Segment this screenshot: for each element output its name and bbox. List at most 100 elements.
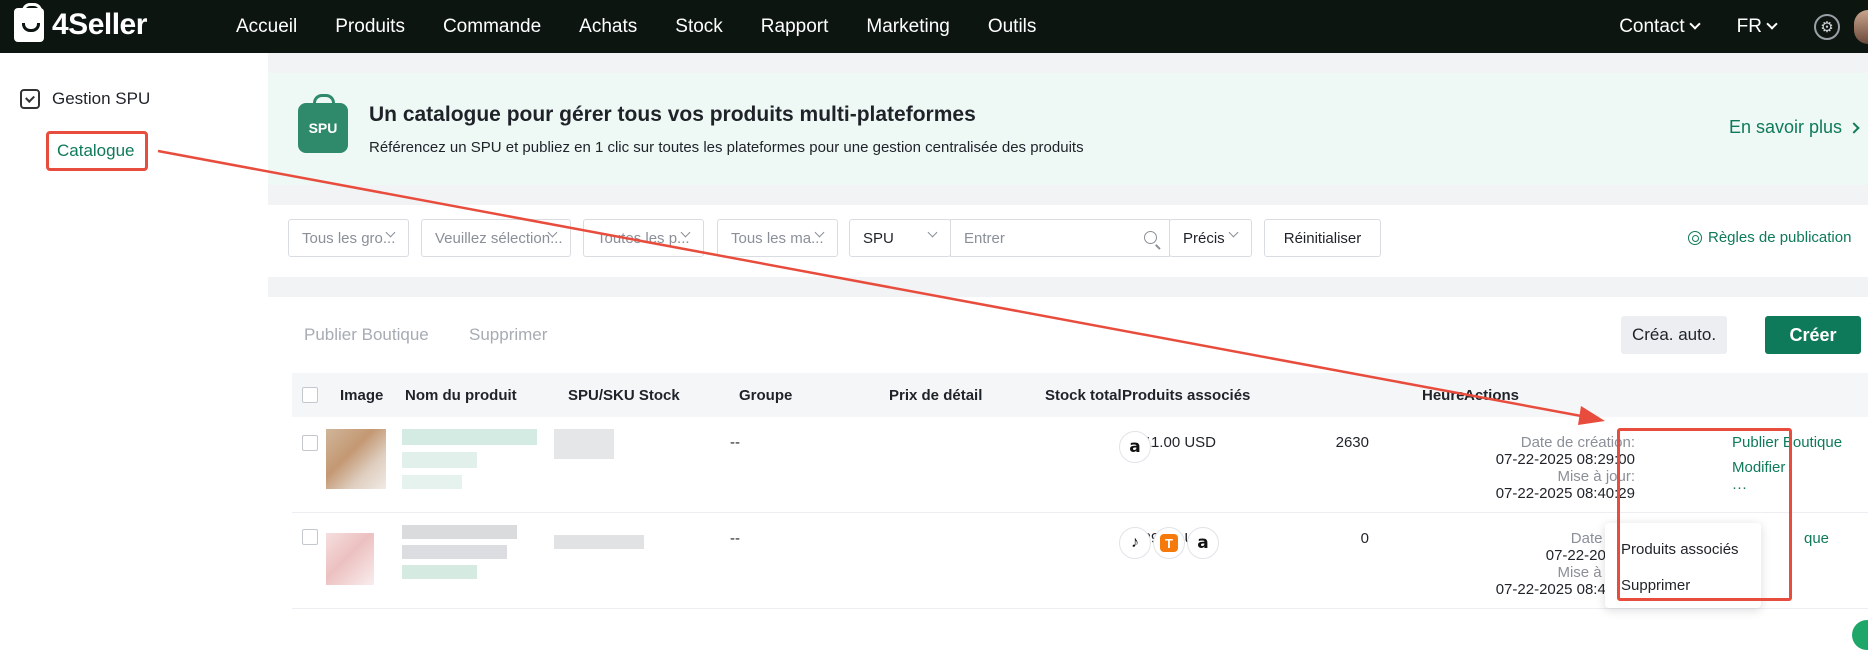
spu-sku-blurred [554, 535, 644, 549]
updated-label: Mise à jour: [1557, 468, 1635, 485]
sidebar-section-label: Gestion SPU [52, 89, 151, 108]
row-dates: Date de création: 07-22-2025 08:29:00 Mi… [1425, 434, 1635, 502]
updated-label: Mise à jour: [1557, 564, 1635, 581]
nav-produits[interactable]: Produits [335, 16, 405, 38]
promo-banner: SPU Un catalogue pour gérer tous vos pro… [268, 73, 1868, 185]
row-checkbox[interactable] [302, 435, 318, 451]
header-image: Image [340, 387, 384, 404]
group-filter-value: Tous les gro... [302, 229, 396, 247]
delete-button[interactable]: Supprimer [469, 325, 547, 345]
nav-rapport[interactable]: Rapport [761, 16, 829, 38]
language-dropdown[interactable]: FR [1736, 15, 1778, 38]
platform-filter-value: Toutes les p... [597, 229, 690, 247]
row-checkbox[interactable] [302, 529, 318, 545]
product-name-blurred [402, 545, 507, 559]
created-value: 07-22-2025 08:29:00 [1495, 451, 1635, 468]
logo[interactable]: 4Seller [14, 3, 147, 42]
row-price: 11.00 USD [1143, 434, 1216, 451]
table-header: Image Nom du produit SPU/SKU Stock Group… [292, 373, 1868, 417]
catalog-icon [20, 89, 40, 109]
filter-bar: Tous les gro... Veuillez sélection... To… [268, 205, 1868, 277]
sidebar-section-gestion-spu[interactable]: Gestion SPU [20, 89, 150, 109]
amazon-icon[interactable]: a [1187, 527, 1219, 559]
search-field-select[interactable]: SPU [849, 219, 951, 257]
product-name-blurred [402, 525, 517, 539]
gear-icon[interactable]: ⚙ [1814, 13, 1840, 40]
temu-icon[interactable]: T [1153, 527, 1185, 559]
chevron-right-icon [1848, 121, 1860, 134]
header-name: Nom du produit [405, 387, 517, 404]
header-time: Heure [1422, 387, 1465, 404]
search-icon[interactable] [1144, 231, 1157, 244]
learn-more-label: En savoir plus [1729, 117, 1843, 137]
match-mode-value: Précis [1183, 229, 1225, 247]
row-stock: 2630 [1335, 434, 1369, 451]
created-value: 07-22-2025 0 [1545, 547, 1635, 564]
header-group: Groupe [739, 387, 793, 404]
product-name-blurred [402, 475, 462, 489]
avatar[interactable] [1854, 9, 1868, 44]
product-name-blurred [402, 429, 537, 445]
product-name-blurred [402, 565, 477, 579]
search-placeholder: Entrer [964, 229, 1005, 247]
language-label: FR [1736, 15, 1762, 37]
publication-rules-link[interactable]: Règles de publication [1688, 229, 1851, 246]
top-navigation-bar: 4Seller Accueil Produits Commande Achats… [0, 0, 1868, 53]
banner-subtitle: Référencez un SPU et publiez en 1 clic s… [369, 139, 1084, 156]
chevron-down-icon [1766, 18, 1778, 30]
product-image[interactable] [326, 533, 374, 585]
contact-dropdown[interactable]: Contact [1619, 15, 1701, 38]
row-stock: 0 [1360, 530, 1369, 547]
sidebar: Gestion SPU Catalogue [0, 53, 268, 661]
main-nav: Accueil Produits Commande Achats Stock R… [236, 0, 1036, 53]
nav-marketing[interactable]: Marketing [866, 16, 949, 38]
header-associated: Produits associés [1122, 387, 1251, 404]
updated-value: 07-22-2025 08:40:29 [1495, 485, 1635, 502]
nav-outils[interactable]: Outils [988, 16, 1037, 38]
reset-button[interactable]: Réinitialiser [1264, 219, 1381, 257]
created-label: Date de c [1570, 530, 1635, 547]
create-button[interactable]: Créer [1765, 316, 1861, 354]
learn-more-link[interactable]: En savoir plus [1729, 117, 1860, 138]
row-dates: Date de c 07-22-2025 0 Mise à jour: 07-2… [1425, 530, 1635, 598]
header-price: Prix de détail [889, 387, 983, 404]
chevron-down-icon [1228, 227, 1239, 238]
brand-filter-select[interactable]: Tous les ma... [717, 219, 838, 257]
publication-rules-label: Règles de publication [1708, 229, 1852, 246]
created-label: Date de création: [1520, 434, 1635, 451]
platform-filter-select[interactable]: Toutes les p... [583, 219, 704, 257]
header-spu-sku: SPU/SKU Stock [568, 387, 680, 404]
status-filter-select[interactable]: Veuillez sélection... [421, 219, 571, 257]
spu-sku-blurred [554, 429, 614, 459]
logo-text: 4Seller [52, 8, 147, 41]
gear-icon [1688, 230, 1702, 245]
row-publish-shop-link[interactable]: que [1804, 530, 1829, 547]
sidebar-item-catalogue[interactable]: Catalogue [46, 131, 148, 171]
auto-create-button[interactable]: Créa. auto. [1621, 316, 1727, 354]
tiktok-icon[interactable]: ♪ [1119, 527, 1151, 559]
product-image[interactable] [326, 429, 386, 489]
search-field-value: SPU [863, 229, 894, 247]
brand-filter-value: Tous les ma... [731, 229, 824, 247]
header-actions: Actions [1464, 387, 1520, 404]
banner-title: Un catalogue pour gérer tous vos produit… [369, 103, 976, 126]
actions-highlight-box [1617, 428, 1792, 601]
match-mode-select[interactable]: Précis [1169, 219, 1252, 257]
nav-stock[interactable]: Stock [675, 16, 723, 38]
shopping-bag-logo-icon [14, 3, 44, 42]
nav-accueil[interactable]: Accueil [236, 16, 297, 38]
contact-label: Contact [1619, 15, 1685, 37]
amazon-icon[interactable]: a [1119, 431, 1151, 463]
chevron-down-icon [927, 227, 938, 238]
spu-bag-icon: SPU [298, 94, 348, 153]
search-input[interactable]: Entrer [950, 219, 1170, 257]
select-all-checkbox[interactable] [302, 387, 318, 403]
publish-shop-button[interactable]: Publier Boutique [304, 325, 429, 345]
row-group: -- [730, 530, 740, 547]
group-filter-select[interactable]: Tous les gro... [288, 219, 409, 257]
nav-commande[interactable]: Commande [443, 16, 541, 38]
header-stock: Stock total [1045, 387, 1122, 404]
nav-achats[interactable]: Achats [579, 16, 637, 38]
chevron-down-icon [1689, 18, 1701, 30]
status-filter-value: Veuillez sélection... [435, 229, 563, 247]
